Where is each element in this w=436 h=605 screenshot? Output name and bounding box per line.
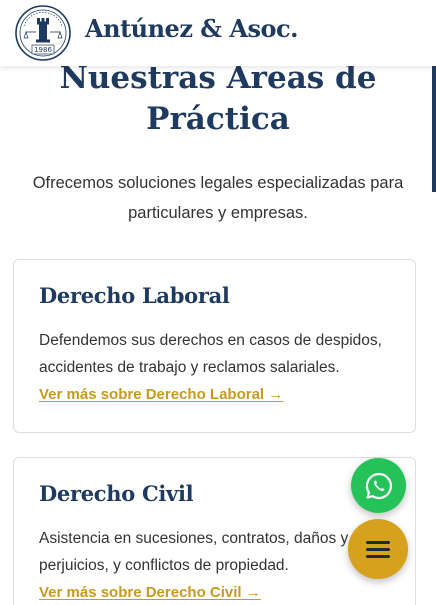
card-title: Derecho Civil	[39, 481, 194, 506]
hamburger-menu-icon	[366, 537, 390, 562]
card-description: Defendemos sus derechos en casos de desp…	[39, 332, 382, 376]
logo-year: 1986	[34, 46, 52, 54]
card-description: Asistencia en sucesiones, contratos, dañ…	[39, 530, 349, 574]
whatsapp-icon	[365, 472, 392, 499]
brand-name[interactable]: Antúnez & Asoc.	[85, 14, 298, 43]
card-link-civil[interactable]: Ver más sobre Derecho Civil →	[39, 584, 261, 601]
scrollbar-thumb[interactable]	[432, 66, 436, 192]
card-link-laboral[interactable]: Ver más sobre Derecho Laboral →	[39, 386, 283, 403]
whatsapp-button[interactable]	[351, 458, 406, 513]
card-title: Derecho Laboral	[39, 283, 230, 308]
section-intro: Ofrecemos soluciones legales especializa…	[32, 174, 404, 222]
firm-logo[interactable]: 1986	[14, 4, 72, 62]
page-title-line-2: Práctica	[146, 101, 290, 137]
menu-button[interactable]	[348, 519, 408, 579]
site-header: 1986 Antúnez & Asoc.	[0, 0, 436, 66]
page-title: Nuestras Areas de Práctica	[0, 58, 436, 140]
practice-card-laboral: Derecho Laboral Defendemos sus derechos …	[13, 259, 416, 433]
